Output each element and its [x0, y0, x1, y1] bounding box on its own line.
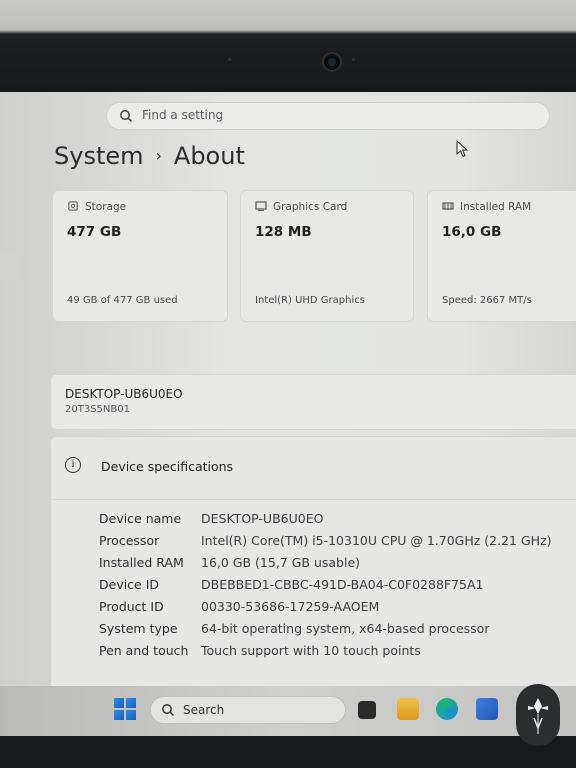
spec-row: Pen and touch Touch support with 10 touch… — [99, 643, 421, 658]
graphics-card-name: Intel(R) UHD Graphics — [255, 295, 365, 306]
sensor-dot — [228, 58, 231, 61]
spec-row: Device ID DBEBBED1-CBBC-491D-BA04-C0F0288… — [99, 577, 484, 592]
spec-row: Device name DESKTOP-UB6U0EO — [99, 511, 323, 526]
file-explorer-icon[interactable] — [397, 698, 419, 720]
graphics-card-label: Graphics Card — [273, 201, 348, 213]
search-placeholder: Find a setting — [142, 108, 224, 122]
ram-icon — [442, 202, 454, 210]
installed-ram-speed: Speed: 2667 MT/s — [442, 295, 532, 306]
graphics-card-value: 128 MB — [255, 224, 312, 240]
spec-value: 64-bit operating system, x64-based proce… — [201, 621, 490, 636]
spec-row: Product ID 00330-53686-17259-AAOEM — [99, 599, 379, 614]
windows-logo-icon — [114, 698, 124, 708]
spec-label: Device name — [99, 511, 182, 526]
storage-usage: 49 GB of 477 GB used — [67, 295, 178, 306]
webcam — [322, 52, 342, 72]
spec-value: DESKTOP-UB6U0EO — [201, 511, 324, 526]
spec-value: Touch support with 10 touch points — [201, 643, 421, 658]
edge-browser-icon[interactable] — [436, 698, 458, 720]
mouse-cursor-icon — [456, 140, 469, 158]
spec-value: 00330-53686-17259-AAOEM — [201, 599, 380, 614]
storage-value: 477 GB — [67, 224, 122, 240]
storage-icon — [68, 201, 78, 211]
installed-ram-card[interactable]: Installed RAM 16,0 GB Speed: 2667 MT/s — [427, 190, 576, 322]
spec-label: Device ID — [99, 577, 160, 592]
device-specifications-section: i Device specifications Device name DESKT… — [50, 436, 576, 692]
chevron-right-icon: › — [155, 146, 162, 165]
breadcrumb-current-about: About — [173, 142, 245, 170]
device-model: 20T3S5NB01 — [65, 404, 130, 415]
spec-value: DBEBBED1-CBBC-491D-BA04-C0F0288F75A1 — [201, 577, 484, 592]
spec-value: 16,0 GB (15,7 GB usable) — [201, 555, 361, 570]
settings-search-box[interactable]: Find a setting — [106, 102, 550, 130]
device-specifications-header[interactable]: i Device specifications — [51, 437, 576, 500]
watermark-logo — [516, 684, 560, 746]
spec-row: Installed RAM 16,0 GB (15,7 GB usable) — [99, 555, 360, 570]
task-view-icon[interactable] — [358, 701, 376, 719]
info-icon: i — [65, 457, 81, 473]
microsoft-store-icon[interactable] — [476, 698, 498, 720]
spec-value: Intel(R) Core(TM) i5-10310U CPU @ 1.70GH… — [201, 533, 552, 548]
storage-card[interactable]: Storage 477 GB 49 GB of 477 GB used — [52, 190, 228, 322]
spec-row: System type 64-bit operating system, x64-… — [99, 621, 489, 636]
graphics-card-card[interactable]: Graphics Card 128 MB Intel(R) UHD Graphi… — [240, 190, 414, 322]
storage-label: Storage — [85, 201, 127, 213]
start-button[interactable] — [114, 698, 136, 720]
settings-window: Find a setting System › About Storage 477 … — [0, 92, 576, 692]
spec-label: Installed RAM — [99, 555, 184, 570]
spec-label: Processor — [99, 533, 160, 548]
search-icon — [120, 110, 133, 123]
spec-label: Product ID — [99, 599, 164, 614]
breadcrumb-parent-system[interactable]: System — [54, 142, 144, 170]
taskbar-search[interactable]: Search — [150, 696, 346, 724]
spec-label: System type — [99, 621, 178, 636]
spec-row: Processor Intel(R) Core(TM) i5-10310U CPU… — [99, 533, 552, 548]
device-specifications-title: Device specifications — [101, 459, 234, 474]
device-name: DESKTOP-UB6U0EO — [65, 387, 183, 401]
sidebar-edge — [0, 252, 22, 280]
sensor-dot — [352, 58, 355, 61]
graphics-card-icon — [255, 201, 267, 211]
spec-label: Pen and touch — [99, 643, 189, 658]
installed-ram-label: Installed RAM — [460, 201, 532, 213]
page-title: System › About — [54, 142, 245, 170]
search-icon — [162, 704, 175, 717]
device-name-panel[interactable]: DESKTOP-UB6U0EO 20T3S5NB01 — [50, 374, 576, 430]
taskbar-search-label: Search — [183, 703, 225, 717]
installed-ram-value: 16,0 GB — [442, 224, 502, 240]
watermark-emblem-icon — [528, 698, 548, 734]
laptop-bottom-bezel — [0, 736, 576, 768]
